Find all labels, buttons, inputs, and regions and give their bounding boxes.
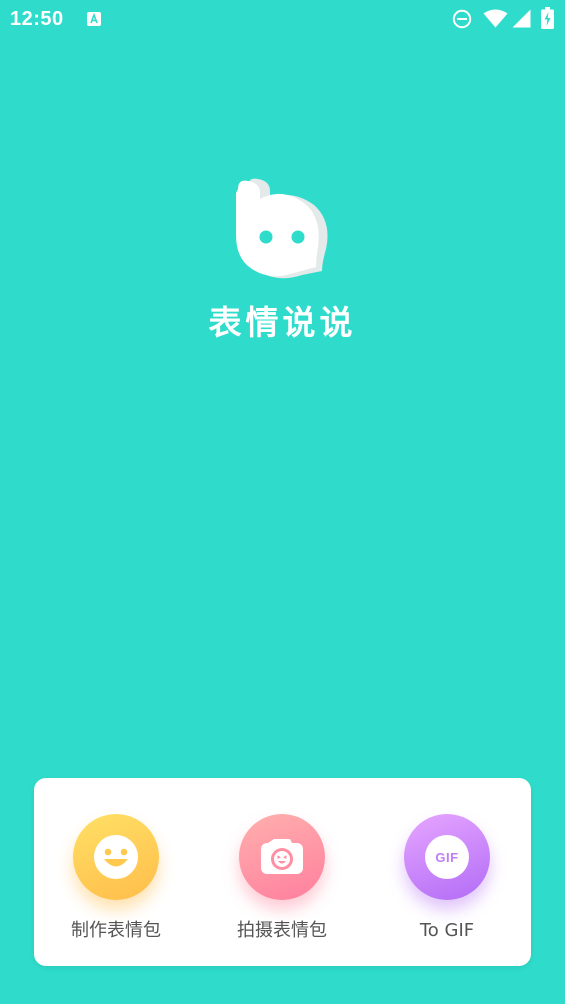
accessibility-icon (87, 12, 101, 26)
shoot-sticker-label: 拍摄表情包 (237, 920, 327, 941)
app-title: 表情说说 (208, 303, 357, 342)
to-gif-button[interactable]: GIF To GIF (367, 778, 527, 966)
make-sticker-circle[interactable] (73, 814, 159, 900)
battery-charging-icon (541, 7, 554, 29)
shoot-sticker-button[interactable]: 拍摄表情包 (202, 778, 362, 966)
do-not-disturb-icon (452, 9, 472, 29)
mascot-left-eye (259, 230, 273, 244)
to-gif-label: To GIF (419, 920, 475, 941)
app-logo: 表情说说 (0, 175, 565, 355)
smiley-face-icon (94, 835, 138, 879)
shoot-sticker-circle[interactable] (239, 814, 325, 900)
make-sticker-button[interactable]: 制作表情包 (36, 778, 196, 966)
gif-icon: GIF (425, 835, 469, 879)
camera-icon (261, 839, 303, 874)
status-bar: 12:50 (0, 0, 565, 38)
gif-icon-text: GIF (435, 850, 458, 865)
mascot-right-eye (291, 230, 305, 244)
make-sticker-label: 制作表情包 (71, 920, 161, 941)
to-gif-circle[interactable]: GIF (404, 814, 490, 900)
signal-icon (512, 9, 531, 28)
action-card: 制作表情包 拍摄表情包 GIF To GIF (34, 778, 531, 966)
wifi-icon (483, 9, 508, 28)
speech-bubble-mascot-icon (236, 178, 328, 279)
status-time: 12:50 (10, 8, 64, 30)
